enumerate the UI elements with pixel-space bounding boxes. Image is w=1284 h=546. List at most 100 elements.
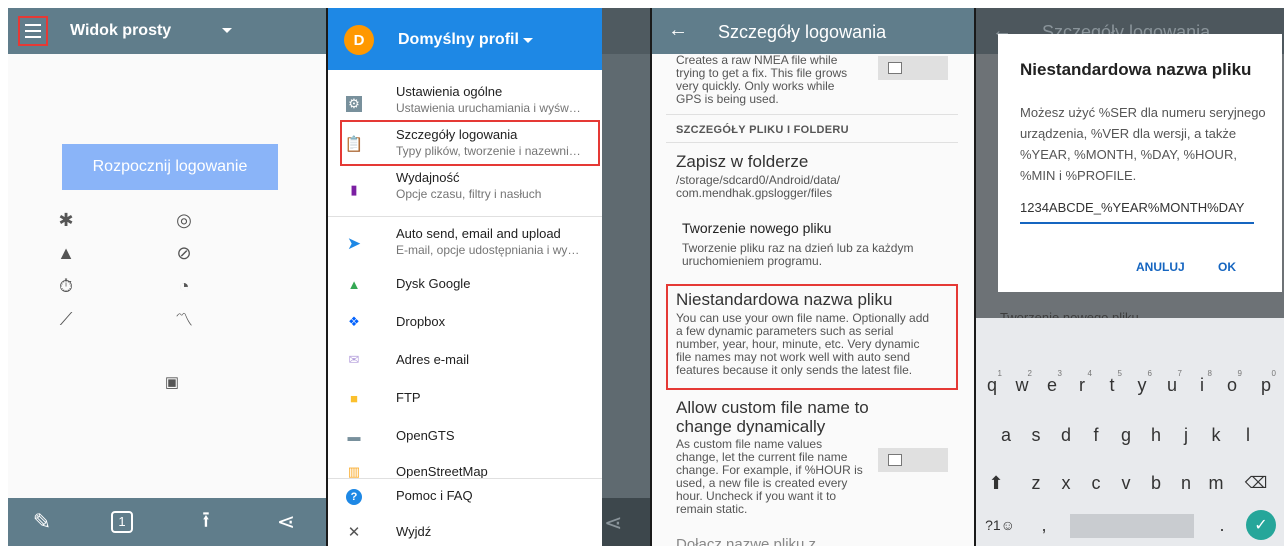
satellite-icon: ✱ (58, 209, 74, 230)
ok-button[interactable]: OK (1218, 260, 1236, 274)
cut-off-setting[interactable]: Dołącz nazwę pliku z... (676, 536, 829, 546)
gear-icon: ⚙ (346, 96, 362, 112)
compass-icon: ⊘ (176, 242, 192, 263)
key-e[interactable]: e3 (1038, 368, 1066, 402)
shift-icon[interactable]: ⬆ (982, 466, 1010, 500)
menu-item-ftp[interactable]: ■ FTP (328, 386, 602, 414)
menu-item-subtitle: Ustawienia uruchamiania i wyśw… (396, 101, 581, 115)
key-l[interactable]: l (1234, 418, 1262, 452)
folder-icon: ■ (350, 390, 358, 406)
key-s[interactable]: s (1022, 418, 1050, 452)
key-w[interactable]: w2 (1008, 368, 1036, 402)
key-hint: 9 (1237, 369, 1242, 378)
dimmed-bottom-bar: ⋖ (602, 498, 650, 546)
speedometer-icon: ◔ (178, 275, 190, 296)
key-a[interactable]: a (992, 418, 1020, 452)
key-m[interactable]: m (1202, 466, 1230, 500)
dropbox-icon: ❖ (348, 314, 360, 329)
dynamic-name-toggle[interactable] (878, 448, 948, 472)
nmea-toggle[interactable] (878, 56, 948, 80)
menu-item-title: Adres e-mail (396, 352, 469, 367)
menu-item-performance[interactable]: ▮ Wydajność Opcje czasu, filtry i nasłuc… (328, 168, 602, 208)
symbols-key[interactable]: ?1☺ (980, 508, 1020, 542)
menu-item-dropbox[interactable]: ❖ Dropbox (328, 310, 602, 338)
key-hint: 1 (997, 369, 1002, 378)
key-hint: 5 (1117, 369, 1122, 378)
key-g[interactable]: g (1112, 418, 1140, 452)
custom-name-dialog-screen: ← Szczegóły logowania Tworzenie nowego p… (976, 8, 1284, 546)
menu-item-title: Pomoc i FAQ (396, 488, 473, 503)
app-bar: ← Szczegóły logowania (652, 8, 974, 54)
key-f[interactable]: f (1082, 418, 1110, 452)
view-title[interactable]: Widok prosty (70, 22, 171, 40)
key-r[interactable]: r4 (1068, 368, 1096, 402)
divider (666, 142, 958, 143)
chevron-down-icon[interactable] (222, 28, 232, 33)
key-o[interactable]: o9 (1218, 368, 1246, 402)
menu-item-exit[interactable]: ✕ Wyjdź (328, 522, 602, 546)
mountain-icon: ▲ (57, 242, 75, 263)
key-c[interactable]: c (1082, 466, 1110, 500)
pencil-icon[interactable]: ✎ (28, 508, 56, 536)
menu-item-title: OpenStreetMap (396, 464, 488, 479)
start-logging-button[interactable]: Rozpocznij logowanie (62, 144, 278, 190)
key-i[interactable]: i8 (1188, 368, 1216, 402)
divider (328, 478, 602, 479)
setting-title-line: change dynamically (676, 417, 826, 436)
page-number-button[interactable]: 1 (108, 508, 136, 536)
section-header: SZCZEGÓŁY PLIKU I FOLDERU (676, 124, 849, 136)
menu-item-google-drive[interactable]: ▲ Dysk Google (328, 272, 602, 300)
nmea-description: Creates a raw NMEA file while trying to … (676, 54, 847, 106)
key-hint: 7 (1177, 369, 1182, 378)
profile-selector[interactable]: Domyślny profil (398, 31, 519, 49)
menu-item-general-settings[interactable]: ⚙ Ustawienia ogólne Ustawienia uruchamia… (328, 82, 602, 122)
key-label: r (1079, 374, 1085, 395)
cancel-button[interactable]: ANULUJ (1136, 260, 1185, 274)
menu-item-auto-send[interactable]: ➤ Auto send, email and upload E-mail, op… (328, 224, 602, 264)
menu-item-opengts[interactable]: ▬ OpenGTS (328, 424, 602, 452)
menu-item-title: Dysk Google (396, 276, 471, 291)
menu-item-title: OpenGTS (396, 428, 455, 443)
key-hint: 6 (1147, 369, 1152, 378)
key-h[interactable]: h (1142, 418, 1170, 452)
dimmed-app-bar (602, 8, 650, 54)
avatar[interactable]: D (344, 25, 374, 55)
dialog-title: Niestandardowa nazwa pliku (1020, 60, 1252, 79)
key-d[interactable]: d (1052, 418, 1080, 452)
share-icon[interactable]: ⋖ (272, 508, 300, 536)
location-icon: ◎ (176, 209, 192, 230)
menu-icon[interactable] (18, 16, 48, 46)
setting-title: Tworzenie nowego pliku (682, 220, 832, 236)
key-k[interactable]: k (1202, 418, 1230, 452)
menu-item-email[interactable]: ✉ Adres e-mail (328, 348, 602, 376)
menu-item-openstreetmap[interactable]: ▥ OpenStreetMap (328, 460, 602, 488)
chevron-down-icon[interactable] (523, 38, 533, 43)
back-arrow-icon[interactable]: ← (668, 19, 688, 42)
key-z[interactable]: z (1022, 466, 1050, 500)
key-q[interactable]: q1 (978, 368, 1006, 402)
key-j[interactable]: j (1172, 418, 1200, 452)
done-icon[interactable]: ✓ (1246, 510, 1276, 540)
menu-item-help[interactable]: ? Pomoc i FAQ (328, 486, 602, 514)
text-line: GPS is being used. (676, 92, 779, 106)
menu-item-title: Auto send, email and upload (396, 226, 561, 241)
key-n[interactable]: n (1172, 466, 1200, 500)
key-u[interactable]: u7 (1158, 368, 1186, 402)
key-t[interactable]: t5 (1098, 368, 1126, 402)
upload-icon[interactable]: ⭱ (192, 507, 220, 536)
key-y[interactable]: y6 (1128, 368, 1156, 402)
period-key[interactable]: . (1208, 508, 1236, 542)
text-line: features because it only sends the lates… (676, 363, 913, 377)
backspace-icon[interactable]: ⌫ (1242, 466, 1270, 500)
space-key[interactable] (1070, 514, 1194, 538)
key-x[interactable]: x (1052, 466, 1080, 500)
key-b[interactable]: b (1142, 466, 1170, 500)
highlight-box (340, 120, 600, 166)
timer-icon: ⏱ (58, 275, 74, 296)
key-v[interactable]: v (1112, 466, 1140, 500)
file-name-input[interactable]: 1234ABCDE_%YEAR%MONTH%DAY (1020, 200, 1254, 224)
key-p[interactable]: p0 (1252, 368, 1280, 402)
share-icon: ⋖ (604, 510, 623, 535)
comma-key[interactable]: , (1030, 508, 1058, 542)
drive-icon: ▲ (347, 276, 361, 292)
